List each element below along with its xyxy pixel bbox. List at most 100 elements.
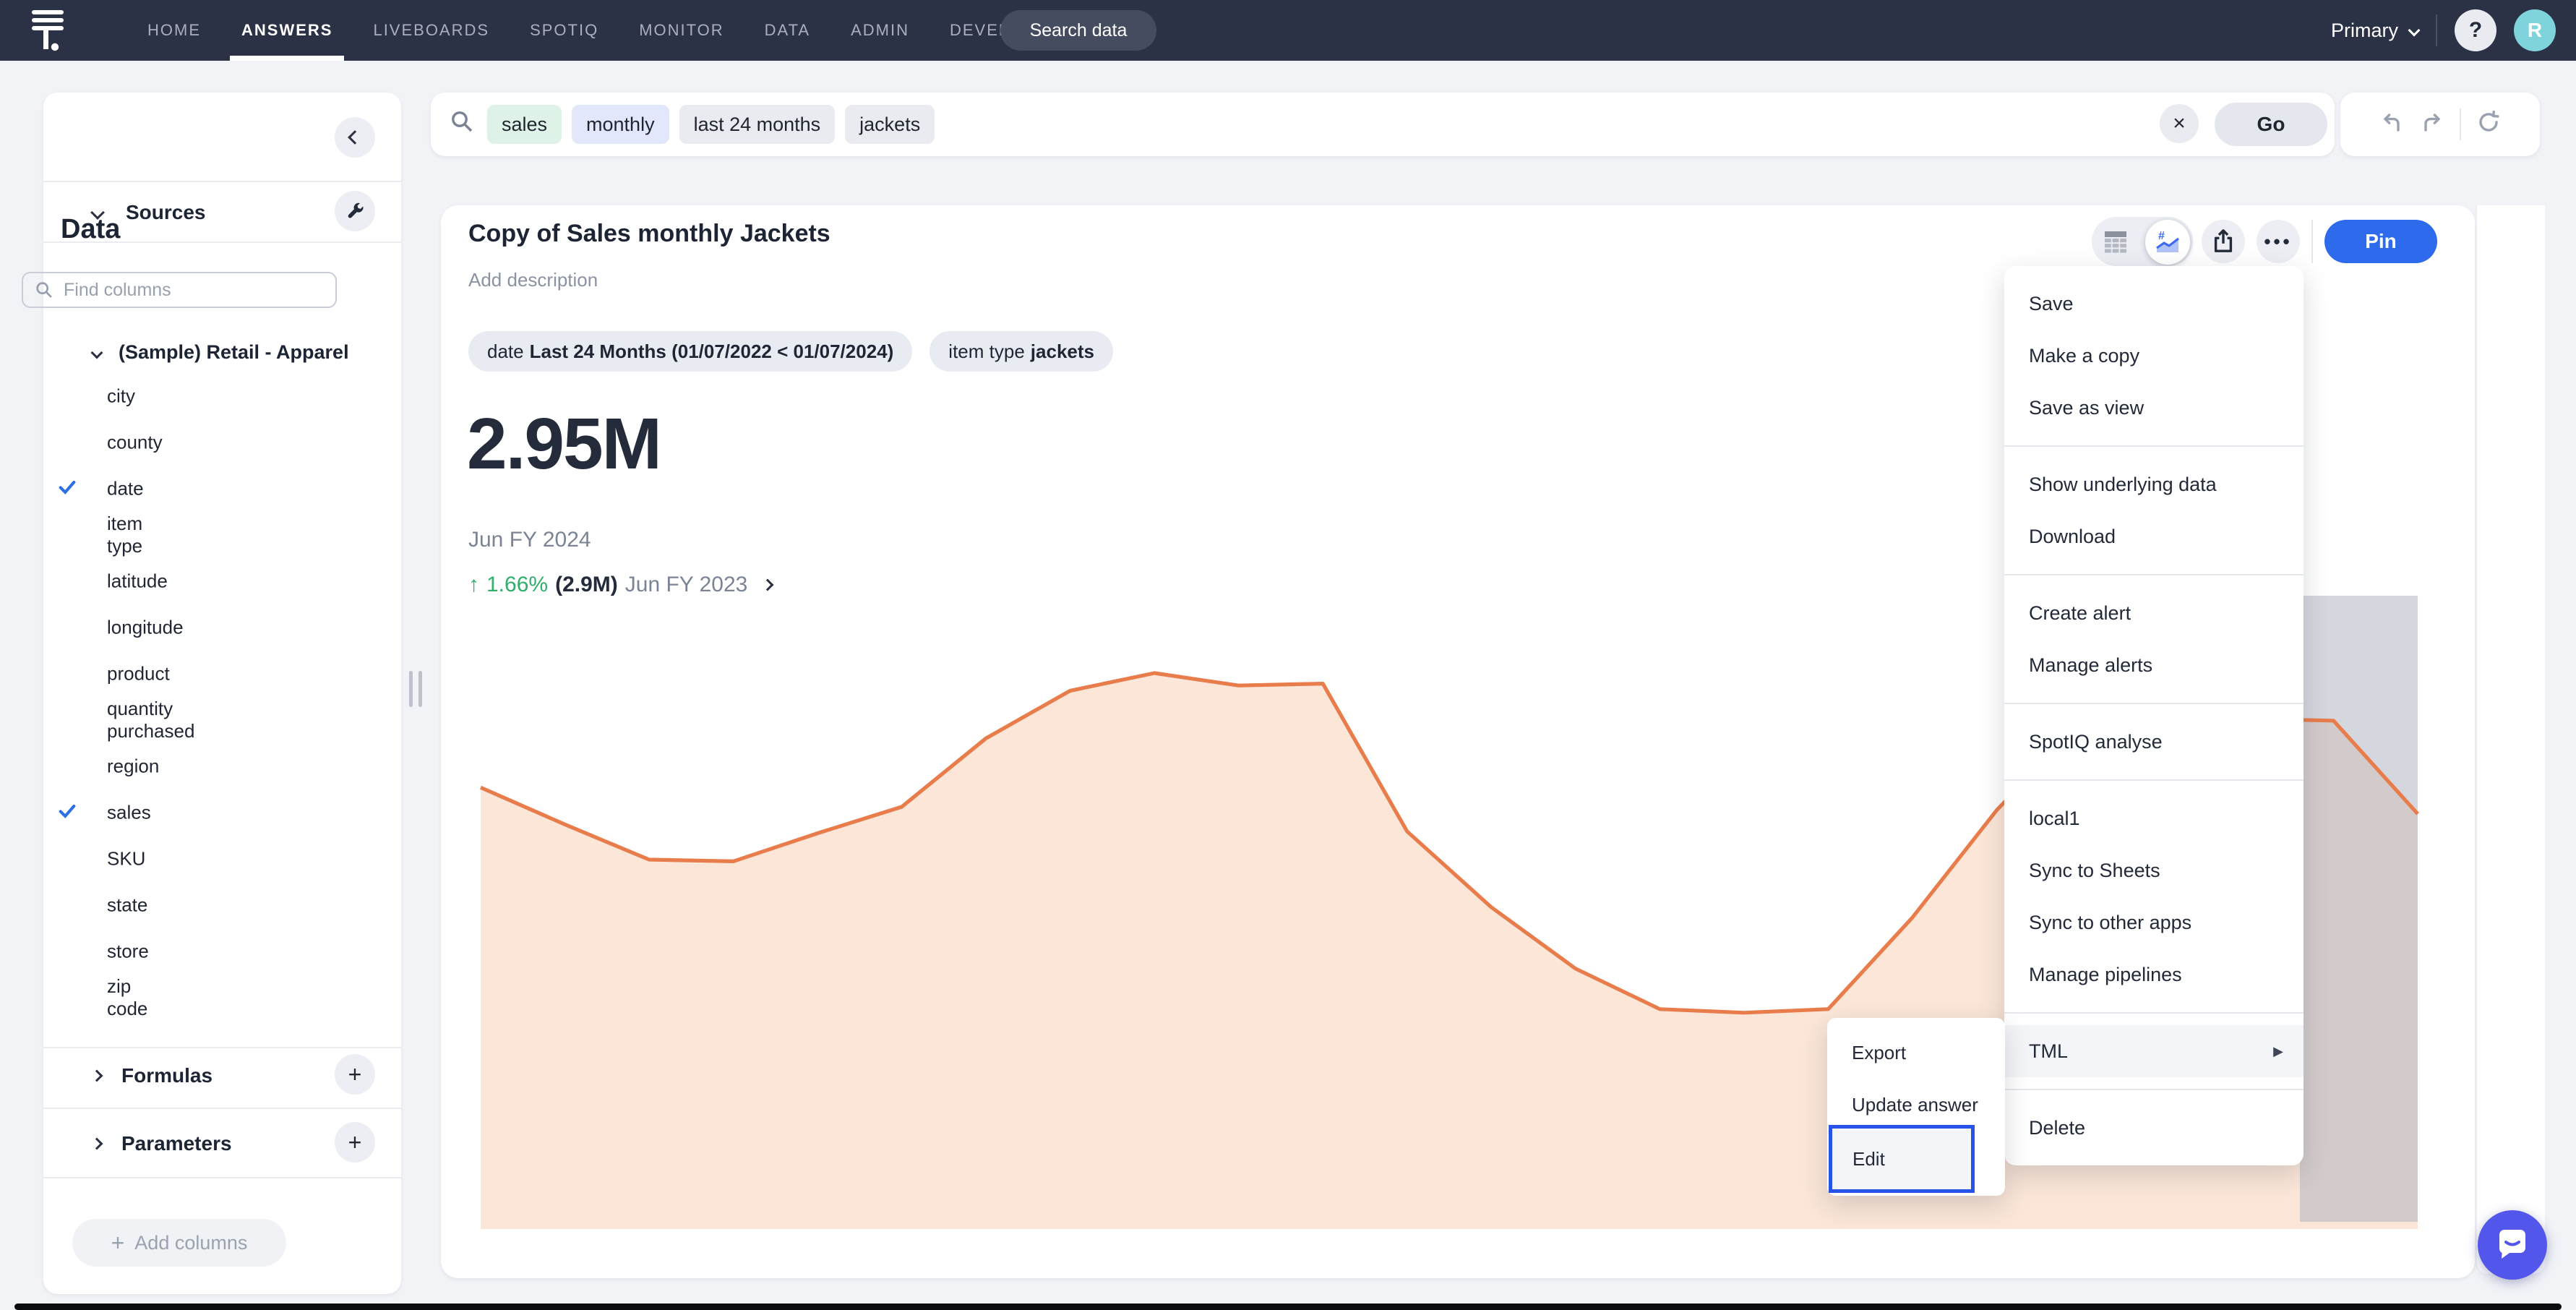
nav-item-liveboards[interactable]: LIVEBOARDS bbox=[353, 0, 510, 61]
add-parameter-button[interactable]: + bbox=[335, 1122, 375, 1163]
find-columns-box[interactable] bbox=[22, 272, 337, 308]
column-city[interactable]: city bbox=[107, 385, 135, 408]
panel-resize-handle[interactable] bbox=[409, 671, 428, 713]
find-columns-input[interactable] bbox=[64, 280, 280, 301]
menu-item-spotiq-analyse[interactable]: SpotIQ analyse bbox=[2004, 716, 2304, 768]
menu-item-create-alert[interactable]: Create alert bbox=[2004, 587, 2304, 639]
column-zip-code[interactable]: zip code bbox=[107, 975, 147, 1020]
menu-item-show-underlying-data[interactable]: Show underlying data bbox=[2004, 458, 2304, 510]
thoughtspot-logo-icon[interactable] bbox=[29, 7, 66, 53]
filter-chip-date[interactable]: date Last 24 Months (01/07/2022 < 01/07/… bbox=[468, 331, 912, 372]
chevron-right-icon bbox=[762, 579, 774, 591]
go-button[interactable]: Go bbox=[2215, 103, 2327, 146]
chevron-down-icon[interactable] bbox=[90, 205, 105, 220]
filter-chip-item-type[interactable]: item type jackets bbox=[929, 331, 1113, 372]
table-view-button[interactable] bbox=[2103, 230, 2128, 259]
nav-item-data[interactable]: DATA bbox=[744, 0, 830, 61]
nav-item-answers[interactable]: ANSWERS bbox=[221, 0, 353, 61]
query-search-bar[interactable]: sales monthly last 24 months jackets bbox=[431, 93, 2335, 156]
column-quantity-purchased[interactable]: quantity purchased bbox=[107, 698, 194, 742]
menu-divider bbox=[2004, 1012, 2304, 1014]
divider bbox=[43, 1177, 401, 1178]
nav-item-monitor[interactable]: MONITOR bbox=[619, 0, 744, 61]
answer-title[interactable]: Copy of Sales monthly Jackets bbox=[468, 220, 830, 248]
avatar[interactable]: R bbox=[2514, 9, 2556, 51]
chevron-down-icon bbox=[2408, 25, 2421, 37]
menu-divider bbox=[2004, 703, 2304, 704]
more-options-button[interactable]: ••• bbox=[2257, 220, 2300, 263]
add-columns-button[interactable]: + Add columns bbox=[72, 1219, 286, 1267]
nav-item-home[interactable]: HOME bbox=[127, 0, 221, 61]
undo-icon[interactable] bbox=[2379, 109, 2405, 140]
history-divider bbox=[2460, 108, 2461, 140]
clear-search-button[interactable]: × bbox=[2160, 104, 2199, 143]
kpi-change[interactable]: ↑ 1.66% (2.9M) Jun FY 2023 bbox=[468, 573, 772, 597]
org-switcher[interactable]: Primary bbox=[2331, 20, 2418, 42]
sources-label: Sources bbox=[126, 201, 206, 224]
query-token-jackets[interactable]: jackets bbox=[845, 105, 935, 144]
divider bbox=[43, 181, 401, 182]
menu-item-manage-alerts[interactable]: Manage alerts bbox=[2004, 639, 2304, 691]
menu-item-download[interactable]: Download bbox=[2004, 510, 2304, 562]
menu-item-save[interactable]: Save bbox=[2004, 278, 2304, 330]
menu-item-sync-to-sheets[interactable]: Sync to Sheets bbox=[2004, 844, 2304, 896]
menu-item-delete[interactable]: Delete bbox=[2004, 1102, 2304, 1154]
menu-divider bbox=[2004, 574, 2304, 575]
query-token-last-24-months[interactable]: last 24 months bbox=[679, 105, 836, 144]
chart-view-button[interactable]: # bbox=[2145, 220, 2190, 265]
redo-icon[interactable] bbox=[2419, 109, 2445, 140]
toolbar-divider bbox=[2311, 220, 2313, 263]
column-latitude[interactable]: latitude bbox=[107, 570, 168, 593]
chevron-left-icon bbox=[348, 130, 362, 145]
answer-description-placeholder[interactable]: Add description bbox=[468, 269, 598, 291]
column-sales[interactable]: sales bbox=[107, 802, 151, 824]
filter-value: jackets bbox=[1031, 341, 1094, 363]
up-arrow-icon: ↑ bbox=[468, 573, 479, 597]
column-sku[interactable]: SKU bbox=[107, 848, 145, 870]
chat-widget-button[interactable] bbox=[2478, 1210, 2547, 1280]
column-item-type[interactable]: item type bbox=[107, 513, 142, 557]
chevron-down-icon[interactable] bbox=[91, 346, 103, 359]
column-state[interactable]: state bbox=[107, 894, 147, 917]
submenu-item-update-answer[interactable]: Update answer bbox=[1827, 1079, 2005, 1131]
plus-icon: + bbox=[111, 1230, 125, 1257]
pin-button[interactable]: Pin bbox=[2324, 220, 2437, 263]
add-formula-button[interactable]: + bbox=[335, 1054, 375, 1095]
menu-item-manage-pipelines[interactable]: Manage pipelines bbox=[2004, 949, 2304, 1001]
menu-item-save-as-view[interactable]: Save as view bbox=[2004, 382, 2304, 434]
reset-icon[interactable] bbox=[2476, 109, 2502, 140]
help-button[interactable]: ? bbox=[2455, 9, 2496, 51]
column-longitude[interactable]: longitude bbox=[107, 617, 184, 639]
column-county[interactable]: county bbox=[107, 432, 163, 454]
column-product[interactable]: product bbox=[107, 663, 170, 685]
column-date[interactable]: date bbox=[107, 478, 144, 500]
chat-bubble-icon bbox=[2495, 1228, 2530, 1262]
filter-value: Last 24 Months (01/07/2022 < 01/07/2024) bbox=[530, 341, 894, 363]
column-region[interactable]: region bbox=[107, 755, 159, 778]
menu-item-tml[interactable]: TML ▶ bbox=[2004, 1025, 2304, 1077]
query-token-sales[interactable]: sales bbox=[487, 105, 562, 144]
menu-item-local1[interactable]: local1 bbox=[2004, 792, 2304, 844]
history-toolbar bbox=[2340, 93, 2540, 156]
chevron-right-icon[interactable] bbox=[91, 1138, 103, 1150]
kpi-change-abs: (2.9M) bbox=[555, 573, 618, 597]
menu-item-sync-to-other-apps[interactable]: Sync to other apps bbox=[2004, 896, 2304, 949]
nav-divider bbox=[2436, 14, 2437, 46]
share-button[interactable] bbox=[2202, 220, 2245, 263]
collapse-panel-button[interactable] bbox=[335, 117, 375, 158]
nav-items: HOME ANSWERS LIVEBOARDS SPOTIQ MONITOR D… bbox=[127, 0, 1055, 61]
query-token-monthly[interactable]: monthly bbox=[572, 105, 669, 144]
column-store[interactable]: store bbox=[107, 941, 149, 963]
submenu-item-export[interactable]: Export bbox=[1827, 1027, 2005, 1079]
plus-icon: + bbox=[348, 1061, 362, 1088]
submenu-item-edit[interactable]: Edit bbox=[1829, 1125, 1975, 1193]
search-data-button[interactable]: Search data bbox=[1000, 10, 1156, 51]
nav-item-spotiq[interactable]: SPOTIQ bbox=[510, 0, 619, 61]
source-name[interactable]: (Sample) Retail - Apparel bbox=[119, 341, 349, 364]
menu-item-make-a-copy[interactable]: Make a copy bbox=[2004, 330, 2304, 382]
edit-sources-button[interactable] bbox=[335, 191, 375, 231]
chevron-right-icon[interactable] bbox=[91, 1070, 103, 1082]
nav-item-admin[interactable]: ADMIN bbox=[830, 0, 929, 61]
check-icon bbox=[58, 476, 77, 502]
divider bbox=[43, 241, 401, 243]
